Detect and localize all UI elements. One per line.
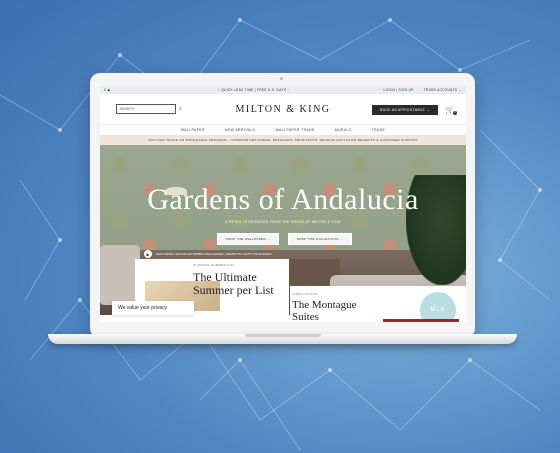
summer-list-title[interactable]: The Ultimate Summer per List: [193, 271, 288, 297]
featuring-caption[interactable]: ▶ FEATURING: MILTON ALHAMBRA WALLPAPER |…: [144, 250, 272, 258]
hero-chair-image: [100, 245, 140, 305]
shop-collection-button[interactable]: SHOP THE COLLECTION →: [288, 233, 352, 245]
main-nav: WALLPAPER NEW ARRIVALS WALLPAPER TRADE M…: [100, 124, 466, 135]
shop-wallpaper-button[interactable]: SHOP THE WALLPAPER →: [217, 233, 279, 245]
search-placeholder: SEARCH: [120, 107, 135, 111]
book-appointment-button[interactable]: BOOK AN APPOINTMENT →: [372, 105, 438, 115]
search-icon[interactable]: ⌕: [179, 106, 182, 112]
hero-subtitle: A RETAIL INTRODUCED FROM THE HOUSE OF MI…: [225, 220, 341, 224]
currency-selector[interactable]: £ ▣: [104, 88, 124, 92]
camera-dot: [280, 77, 283, 80]
nav-item-wallpaper-trade[interactable]: WALLPAPER TRADE: [276, 128, 315, 132]
nav-item-new-arrivals[interactable]: NEW ARRIVALS: [225, 128, 256, 132]
play-icon[interactable]: ▶: [144, 250, 152, 258]
website-viewport: £ ▣ ♡ QUICK LEAD TIME | FREE U.S. DAYS ♡…: [100, 86, 466, 322]
search-input[interactable]: SEARCH: [116, 104, 176, 114]
privacy-banner[interactable]: We value your privacy: [112, 301, 194, 315]
site-header: SEARCH ⌕ MILTON & KING BOOK AN APPOINTME…: [100, 94, 466, 124]
nav-item-wallpaper[interactable]: WALLPAPER: [181, 128, 205, 132]
promo-bar: £ ▣ ♡ QUICK LEAD TIME | FREE U.S. DAYS ♡…: [100, 86, 466, 94]
laptop-notch: [245, 334, 321, 337]
login-link[interactable]: LOGIN / SIGN UP: [384, 88, 414, 92]
featuring-text: FEATURING: MILTON ALHAMBRA WALLPAPER | S…: [156, 252, 273, 256]
hero-title: Gardens of Andalucia: [147, 183, 419, 216]
trade-program-banner[interactable]: JOIN OUR TRADE OR WHOLESALE PROGRAM – IN…: [100, 135, 466, 145]
brand-badge: MLK: [420, 292, 456, 322]
montague-tag: GUEST SUITES: [292, 292, 318, 296]
montague-title[interactable]: The Montague Suites: [292, 299, 382, 322]
accent-bar: [383, 319, 459, 322]
nav-item-murals[interactable]: MURALS: [335, 128, 352, 132]
trade-accounts-link[interactable]: TRADE ACCOUNTS →: [424, 88, 462, 92]
nav-item-trade[interactable]: TRADE: [372, 128, 386, 132]
summer-list-tag: ULTIMATE SUMMER LIST: [193, 263, 235, 267]
promo-message: ♡ QUICK LEAD TIME | FREE U.S. DAYS ♡: [216, 88, 291, 92]
cart-count-badge: 0: [453, 111, 457, 115]
